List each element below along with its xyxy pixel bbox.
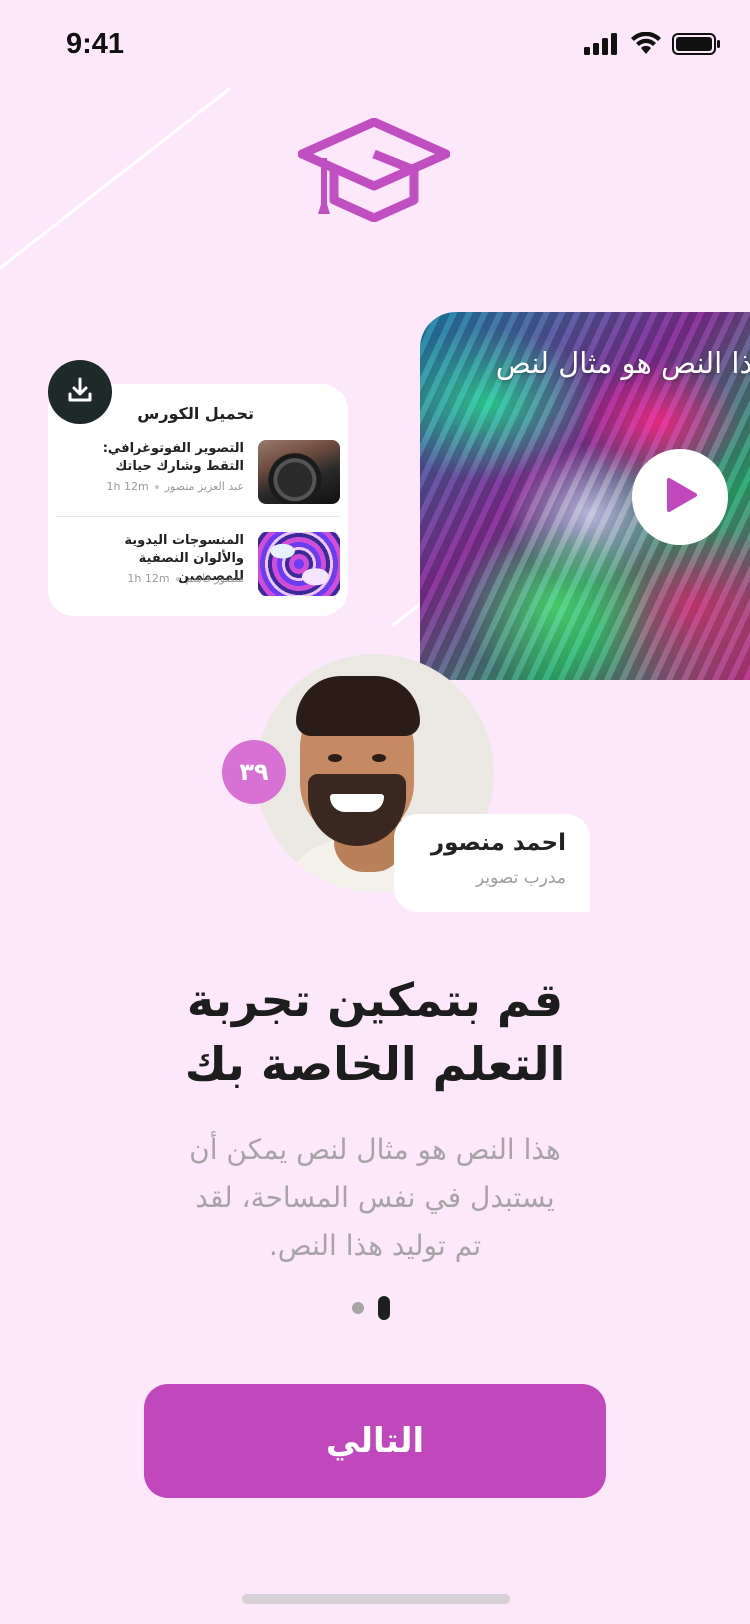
trainer-badge: ٣٩ bbox=[222, 740, 286, 804]
description-line: هذا النص هو مثال لنص يمكن أن bbox=[189, 1133, 561, 1166]
trainer-info-card: احمد منصور مدرب تصوير bbox=[394, 814, 590, 912]
page-dot-active[interactable] bbox=[378, 1296, 390, 1320]
course-duration: 1h 12m bbox=[127, 572, 170, 585]
separator-dot bbox=[175, 576, 180, 581]
course-list-item[interactable]: المنسوجات اليدوية والألوان النصفية للمصم… bbox=[56, 532, 340, 600]
course-meta: منصور قاسم 1h 12m bbox=[127, 572, 244, 585]
description-line: تم توليد هذا النص. bbox=[268, 1229, 482, 1262]
trainer-role: مدرب تصوير bbox=[475, 868, 566, 888]
trainer-name: احمد منصور bbox=[430, 830, 566, 856]
headline-line: التعلم الخاصة بك bbox=[184, 1037, 566, 1091]
course-thumbnail bbox=[258, 440, 340, 504]
graduation-cap-icon bbox=[297, 117, 451, 226]
app-logo bbox=[297, 117, 451, 226]
divider bbox=[56, 516, 340, 517]
course-thumbnail bbox=[258, 532, 340, 596]
signal-icon bbox=[584, 33, 620, 59]
page-dot[interactable] bbox=[352, 1302, 364, 1314]
course-duration: 1h 12m bbox=[106, 480, 149, 493]
download-icon bbox=[66, 376, 94, 408]
course-title: التصوير الفوتوغرافي: التقط وشارك حياتك bbox=[102, 441, 244, 474]
status-bar: 9:41 bbox=[0, 0, 750, 96]
decorative-line bbox=[0, 87, 231, 293]
wifi-icon bbox=[630, 31, 662, 60]
headline-line: قم بتمكين تجربة bbox=[186, 973, 564, 1027]
page-indicator bbox=[352, 1296, 390, 1320]
play-button[interactable] bbox=[632, 449, 728, 545]
status-icons bbox=[584, 31, 722, 60]
video-card[interactable]: هذا النص هو مثال لنص bbox=[420, 312, 750, 680]
download-card-title: تحميل الكورس bbox=[137, 404, 254, 423]
download-button[interactable] bbox=[48, 360, 112, 424]
video-title: هذا النص هو مثال لنص bbox=[495, 346, 750, 380]
course-list-item[interactable]: التصوير الفوتوغرافي: التقط وشارك حياتك ع… bbox=[56, 440, 340, 508]
battery-icon bbox=[672, 32, 722, 60]
onboarding-headline: قم بتمكين تجربة التعلم الخاصة بك bbox=[75, 968, 675, 1096]
separator-dot bbox=[154, 484, 159, 489]
course-author: منصور قاسم bbox=[185, 572, 244, 585]
play-icon bbox=[660, 475, 700, 519]
course-author: عبد العزيز منصور bbox=[164, 480, 244, 493]
course-meta: عبد العزيز منصور 1h 12m bbox=[107, 480, 245, 493]
home-indicator bbox=[242, 1594, 510, 1604]
onboarding-description: هذا النص هو مثال لنص يمكن أن يستبدل في ن… bbox=[95, 1126, 655, 1270]
status-time: 9:41 bbox=[66, 28, 125, 60]
description-line: يستبدل في نفس المساحة، لقد bbox=[195, 1181, 555, 1214]
next-button[interactable]: التالي bbox=[144, 1384, 606, 1498]
